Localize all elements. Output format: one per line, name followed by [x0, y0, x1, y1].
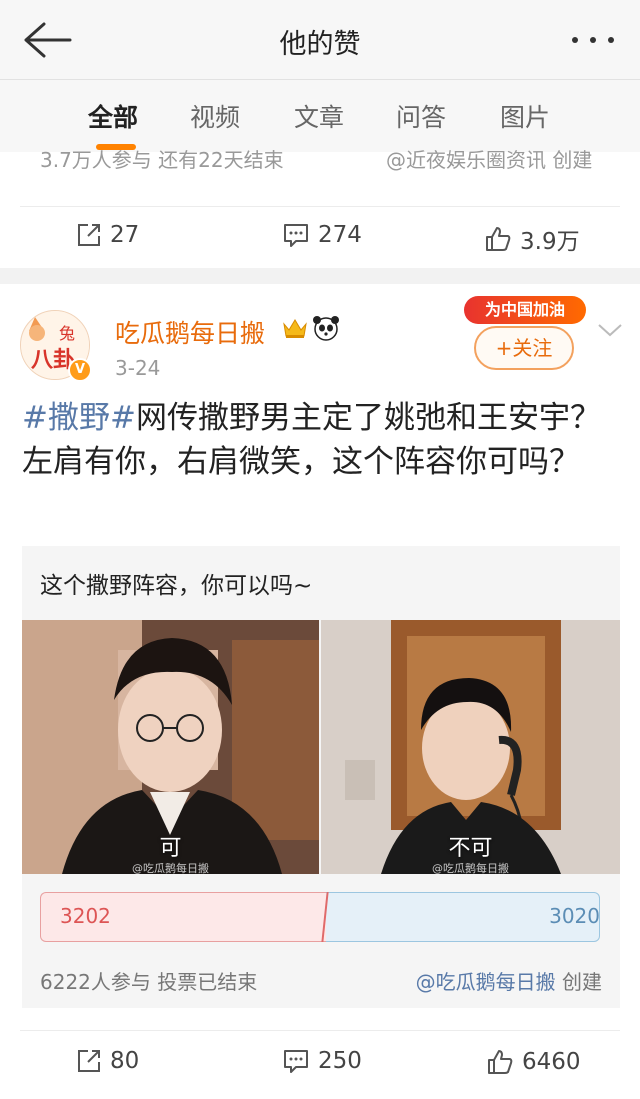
- post-username[interactable]: 吃瓜鹅每日搬: [115, 314, 265, 350]
- vote-option-left-image[interactable]: 可 @吃瓜鹅每日搬: [22, 620, 319, 874]
- thumbs-up-icon: [486, 227, 511, 251]
- tab-images[interactable]: 图片: [500, 98, 550, 134]
- comment-count: 250: [318, 1048, 362, 1074]
- chevron-down-icon[interactable]: [596, 320, 624, 344]
- vote-creator-link[interactable]: @吃瓜鹅每日搬: [416, 970, 556, 994]
- follow-button[interactable]: +关注: [474, 326, 574, 370]
- comment-button[interactable]: 274: [282, 222, 362, 248]
- vote-creator-suffix: 创建: [555, 970, 602, 994]
- post-card: 兔 八卦 V 吃瓜鹅每日搬 3-24 为中国加油 +关注 #撒野#网传撒野男主定…: [0, 284, 640, 1099]
- top-bar: 他的赞: [0, 0, 640, 80]
- like-count: 3.9万: [520, 229, 580, 255]
- repost-count: 27: [110, 222, 140, 248]
- post-text: #撒野#网传撒野男主定了姚弛和王安宇？左肩有你，右肩微笑，这个阵容你可吗？: [22, 396, 622, 484]
- previous-post-card: 3.7万人参与 还有22天结束 @近夜娱乐圈资讯 创建 27 274 3.9万: [0, 148, 640, 268]
- verified-badge-icon: V: [68, 358, 92, 382]
- vote-card: 这个撒野阵容，你可以吗~ 可 @吃瓜鹅每日搬 不可 @吃瓜鹅每日搬 3202 3…: [22, 546, 620, 1008]
- svg-text:兔: 兔: [59, 324, 75, 343]
- tab-video[interactable]: 视频: [190, 98, 240, 134]
- previous-vote-meta: 3.7万人参与 还有22天结束: [40, 148, 284, 172]
- repost-icon: [78, 1050, 100, 1072]
- vote-creator: @吃瓜鹅每日搬 创建: [416, 966, 602, 995]
- comment-icon: [284, 224, 308, 247]
- category-tabs: 全部 视频 文章 问答 图片: [0, 80, 640, 152]
- vote-option-right-label: 不可: [448, 836, 493, 861]
- repost-count: 80: [110, 1048, 140, 1074]
- tab-all[interactable]: 全部: [88, 98, 138, 134]
- tab-article[interactable]: 文章: [294, 98, 344, 134]
- panda-icon: [312, 314, 340, 346]
- comment-count: 274: [318, 222, 362, 248]
- repost-icon: [78, 224, 100, 246]
- repost-button[interactable]: 80: [76, 1048, 139, 1074]
- page-title: 他的赞: [279, 29, 361, 60]
- comment-icon: [284, 1050, 308, 1073]
- image-watermark: @吃瓜鹅每日搬: [132, 862, 209, 874]
- more-dots-icon[interactable]: [568, 22, 618, 58]
- hashtag-link[interactable]: #撒野#: [22, 400, 136, 436]
- post-date: 3-24: [115, 356, 161, 380]
- divider: [20, 206, 620, 207]
- divider: [20, 1030, 620, 1031]
- vote-option-right-image[interactable]: 不可 @吃瓜鹅每日搬: [321, 620, 620, 874]
- vote-participants: 6222人参与 投票已结束: [40, 970, 258, 994]
- vote-count-right: 3020: [549, 904, 600, 928]
- previous-vote-creator: @近夜娱乐圈资讯 创建: [386, 148, 593, 172]
- like-count: 6460: [522, 1049, 581, 1075]
- tab-qa[interactable]: 问答: [396, 98, 446, 134]
- vote-title: 这个撒野阵容，你可以吗~: [40, 573, 313, 599]
- thumbs-up-icon: [488, 1050, 513, 1074]
- crown-icon: [282, 316, 308, 344]
- china-banner: 为中国加油: [464, 296, 586, 324]
- like-button[interactable]: 3.9万: [484, 222, 580, 256]
- like-button[interactable]: 6460: [486, 1048, 581, 1076]
- vote-count-left: 3202: [60, 904, 111, 928]
- image-watermark: @吃瓜鹅每日搬: [432, 862, 509, 874]
- follow-area: 为中国加油 +关注: [458, 290, 590, 378]
- vote-option-left-label: 可: [159, 836, 182, 861]
- repost-button[interactable]: 27: [76, 222, 139, 248]
- comment-button[interactable]: 250: [282, 1048, 362, 1074]
